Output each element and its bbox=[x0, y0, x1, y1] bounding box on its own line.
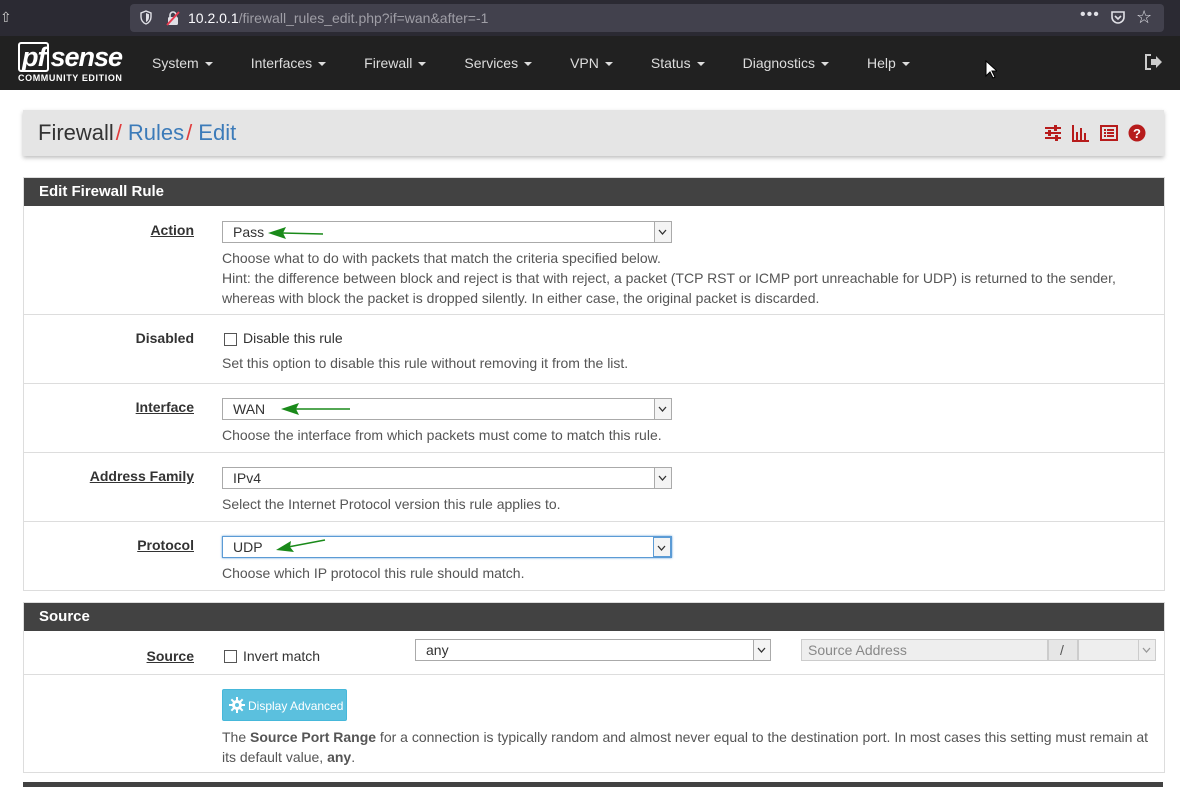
source-mask-select[interactable] bbox=[1078, 639, 1156, 661]
invert-match-checkbox[interactable] bbox=[224, 650, 237, 663]
caret-down-icon bbox=[524, 62, 533, 67]
pocket-icon[interactable] bbox=[1110, 10, 1126, 26]
interface-help: Choose the interface from which packets … bbox=[222, 427, 662, 443]
protocol-label[interactable]: Protocol bbox=[137, 537, 194, 553]
action-label[interactable]: Action bbox=[150, 222, 194, 238]
breadcrumb-rules-link[interactable]: Rules bbox=[128, 120, 184, 145]
annotation-arrow-icon bbox=[276, 539, 326, 552]
pfsense-logo[interactable]: pf sense COMMUNITY EDITION bbox=[18, 42, 128, 86]
source-panel: Source Source Invert match any Source Ad… bbox=[23, 602, 1165, 773]
interface-label[interactable]: Interface bbox=[136, 399, 194, 415]
caret-down-icon bbox=[204, 62, 213, 67]
back-icon[interactable]: ⇧ bbox=[0, 9, 12, 26]
gear-icon bbox=[229, 697, 245, 713]
disable-rule-checkbox-label[interactable]: Disable this rule bbox=[243, 330, 343, 346]
source-type-select[interactable]: any bbox=[415, 639, 771, 661]
source-row: Source Invert match any Source Address / bbox=[24, 631, 1164, 674]
next-panel-heading bbox=[23, 782, 1163, 787]
chevron-down-icon bbox=[654, 222, 671, 242]
page-actions-menu-icon[interactable]: ••• bbox=[1080, 6, 1100, 24]
source-port-help: The Source Port Range for a connection i… bbox=[222, 729, 1148, 765]
chevron-down-icon bbox=[654, 468, 671, 488]
disabled-label: Disabled bbox=[135, 330, 194, 346]
chevron-down-icon bbox=[654, 399, 671, 419]
interface-row: Interface WAN Choose the interface from … bbox=[24, 383, 1164, 452]
browser-toolbar: ⇧ 10.2.0.1/firewall_rules_edit.php?if=wa… bbox=[0, 0, 1180, 36]
nav-services[interactable]: Services bbox=[464, 36, 533, 90]
caret-down-icon bbox=[820, 62, 829, 67]
disabled-help: Set this option to disable this rule wit… bbox=[222, 355, 629, 371]
source-label[interactable]: Source bbox=[147, 648, 194, 664]
nav-status[interactable]: Status bbox=[651, 36, 705, 90]
nav-vpn[interactable]: VPN bbox=[570, 36, 613, 90]
caret-down-icon bbox=[901, 62, 910, 67]
chevron-down-icon bbox=[753, 640, 770, 660]
bookmark-star-icon[interactable]: ☆ bbox=[1136, 7, 1152, 28]
nav-diagnostics[interactable]: Diagnostics bbox=[743, 36, 829, 90]
logout-icon[interactable] bbox=[1143, 52, 1163, 72]
nav-help[interactable]: Help bbox=[867, 36, 910, 90]
address-family-select[interactable]: IPv4 bbox=[222, 467, 672, 489]
shield-icon[interactable] bbox=[140, 10, 152, 25]
bar-chart-icon[interactable] bbox=[1072, 124, 1090, 142]
caret-down-icon bbox=[696, 62, 705, 67]
mouse-cursor-icon bbox=[985, 60, 997, 79]
disabled-row: Disabled Disable this rule Set this opti… bbox=[24, 314, 1164, 383]
url-bar[interactable]: 10.2.0.1/firewall_rules_edit.php?if=wan&… bbox=[130, 4, 1164, 32]
caret-down-icon bbox=[318, 62, 327, 67]
breadcrumb: Firewall/Rules/Edit ? bbox=[23, 110, 1164, 156]
address-family-label[interactable]: Address Family bbox=[90, 468, 194, 484]
address-family-help: Select the Internet Protocol version thi… bbox=[222, 496, 561, 512]
svg-text:?: ? bbox=[1133, 126, 1141, 141]
nav-menu: System Interfaces Firewall Services VPN … bbox=[152, 36, 948, 90]
protocol-help: Choose which IP protocol this rule shoul… bbox=[222, 565, 525, 581]
help-question-icon[interactable]: ? bbox=[1128, 124, 1146, 142]
edit-rule-panel: Edit Firewall Rule Action Pass Choose wh… bbox=[23, 177, 1165, 591]
invert-match-label[interactable]: Invert match bbox=[243, 648, 320, 664]
insecure-lock-icon[interactable] bbox=[166, 10, 180, 26]
chevron-down-icon bbox=[653, 537, 671, 557]
list-icon[interactable] bbox=[1100, 124, 1118, 142]
display-advanced-button[interactable]: Display Advanced bbox=[222, 689, 347, 721]
source-advanced-row: Display Advanced The Source Port Range f… bbox=[24, 674, 1164, 771]
breadcrumb-firewall: Firewall bbox=[38, 120, 114, 145]
nav-firewall[interactable]: Firewall bbox=[364, 36, 427, 90]
sliders-icon[interactable] bbox=[1044, 124, 1062, 142]
panel-title: Edit Firewall Rule bbox=[24, 178, 1164, 206]
mask-separator: / bbox=[1048, 639, 1078, 661]
action-help: Choose what to do with packets that matc… bbox=[222, 250, 1116, 306]
protocol-row: Protocol UDP Choose which IP protocol th… bbox=[24, 521, 1164, 590]
annotation-arrow-icon bbox=[281, 403, 350, 415]
source-panel-title: Source bbox=[24, 603, 1164, 631]
chevron-down-icon bbox=[1138, 640, 1155, 660]
nav-system[interactable]: System bbox=[152, 36, 213, 90]
caret-down-icon bbox=[604, 62, 613, 67]
address-family-row: Address Family IPv4 Select the Internet … bbox=[24, 452, 1164, 521]
breadcrumb-edit-link[interactable]: Edit bbox=[198, 120, 236, 145]
annotation-arrow-icon bbox=[268, 227, 324, 239]
disable-rule-checkbox[interactable] bbox=[224, 333, 237, 346]
source-address-input[interactable]: Source Address bbox=[801, 639, 1048, 661]
url-text[interactable]: 10.2.0.1/firewall_rules_edit.php?if=wan&… bbox=[188, 10, 488, 26]
action-row: Action Pass Choose what to do with packe… bbox=[24, 206, 1164, 314]
nav-interfaces[interactable]: Interfaces bbox=[251, 36, 327, 90]
caret-down-icon bbox=[418, 62, 427, 67]
main-navbar: pf sense COMMUNITY EDITION System Interfa… bbox=[0, 36, 1180, 90]
